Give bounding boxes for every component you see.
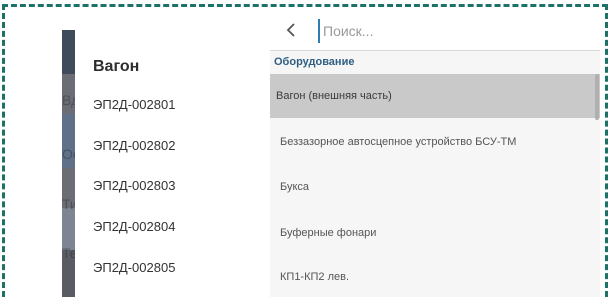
equipment-list-item[interactable]: Вагон (внешняя часть) xyxy=(270,74,600,118)
search-input[interactable] xyxy=(318,19,595,43)
wagon-list-item[interactable]: ЭП2Д-002802 xyxy=(93,138,175,153)
wagon-list-item[interactable]: ЭП2Д-002801 xyxy=(93,97,175,112)
wagon-list-item[interactable]: ЭП2Д-002804 xyxy=(93,219,175,234)
search-bar xyxy=(270,10,600,51)
wagon-list-item[interactable]: ЭП2Д-002803 xyxy=(93,178,175,193)
chevron-left-icon[interactable] xyxy=(282,21,300,39)
equipment-list-item[interactable]: КП1-КП2 лев. xyxy=(270,255,600,299)
equipment-list-item[interactable]: Буферные фонари xyxy=(270,211,600,255)
wagon-list-item[interactable]: ЭП2Д-002805 xyxy=(93,260,175,275)
wagon-dialog: Вагон ЭП2Д-002801 ЭП2Д-002802 ЭП2Д-00280… xyxy=(75,30,275,297)
equipment-list-item[interactable]: Букса xyxy=(270,165,600,209)
wagon-dialog-title: Вагон xyxy=(93,58,140,75)
section-header: Оборудование xyxy=(274,56,355,68)
scrollbar[interactable] xyxy=(595,74,599,120)
equipment-panel: Оборудование Вагон (внешняя часть) Безза… xyxy=(270,10,600,297)
equipment-list-item[interactable]: Беззазорное автосцепное устройство БСУ-Т… xyxy=(270,120,600,164)
